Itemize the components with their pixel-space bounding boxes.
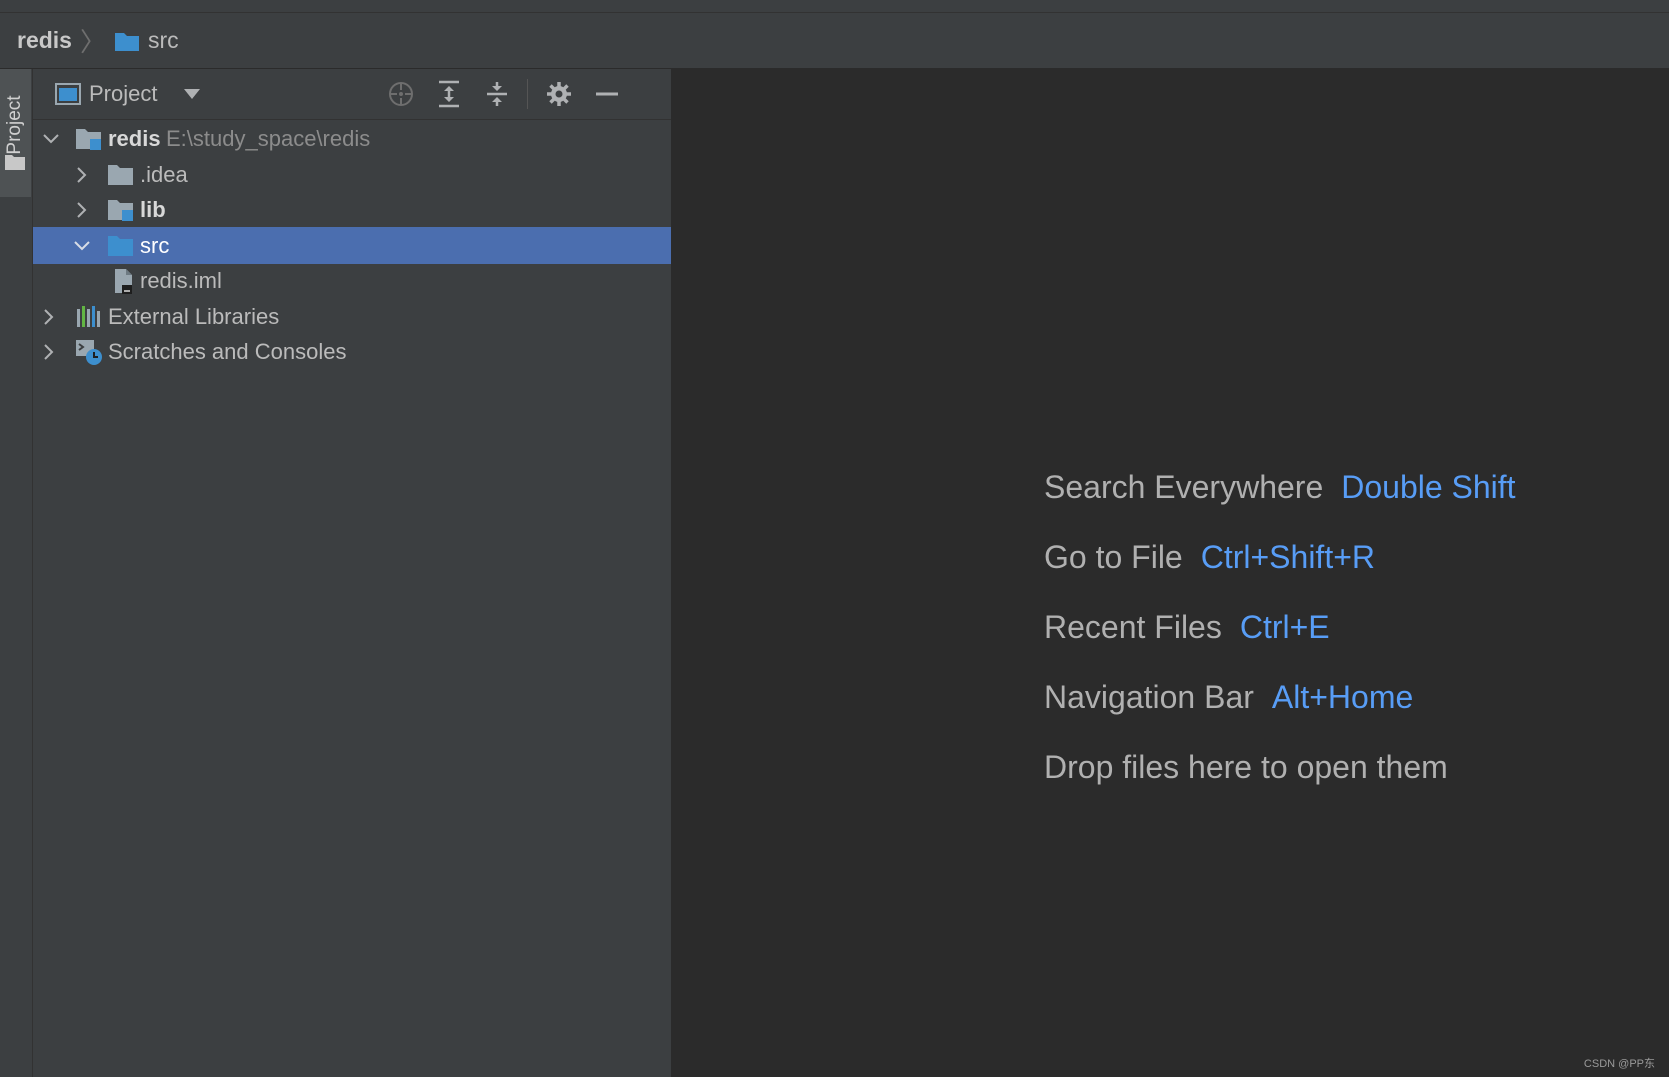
- project-toolbar: Project: [33, 69, 671, 120]
- tree-label: lib: [140, 196, 166, 222]
- minimize-icon[interactable]: [592, 79, 622, 109]
- chevron-down-icon[interactable]: [72, 236, 92, 256]
- expand-all-icon[interactable]: [434, 79, 464, 109]
- breadcrumb-separator: 〉: [79, 27, 106, 57]
- chevron-right-icon[interactable]: [39, 342, 59, 362]
- project-panel: Project redis E:\study_space\redis .idea…: [33, 69, 672, 1077]
- chevron-right-icon[interactable]: [39, 307, 59, 327]
- project-view-icon: [55, 83, 81, 105]
- hint-shortcut: Double Shift: [1341, 469, 1516, 505]
- libraries-icon: [77, 305, 100, 327]
- tree-label: redis: [108, 125, 161, 151]
- tree-row-scratches[interactable]: Scratches and Consoles: [33, 333, 671, 370]
- source-folder-icon: [108, 235, 133, 256]
- folder-icon: [114, 30, 140, 52]
- project-tool-tab[interactable]: Project: [0, 69, 31, 197]
- tree-row-redis-iml[interactable]: redis.iml: [33, 262, 671, 299]
- library-folder-icon: [108, 199, 133, 221]
- hint-label: Go to File: [1044, 539, 1183, 575]
- hint-label: Recent Files: [1044, 609, 1222, 645]
- tree-label: src: [140, 232, 170, 258]
- crosshair-icon[interactable]: [386, 79, 416, 109]
- hint-shortcut: Ctrl+Shift+R: [1200, 539, 1375, 575]
- scratches-icon: [76, 339, 102, 365]
- folder-icon: [108, 164, 133, 185]
- hint-recent-files: Recent Files Ctrl+E: [1044, 609, 1330, 646]
- hint-label: Navigation Bar: [1044, 679, 1254, 715]
- module-folder-icon: [76, 128, 101, 150]
- gear-icon[interactable]: [544, 79, 574, 109]
- hint-drop-files: Drop files here to open them: [1044, 749, 1448, 786]
- hint-label: Search Everywhere: [1044, 469, 1324, 505]
- tree-row-lib[interactable]: lib: [33, 191, 671, 228]
- chevron-down-icon[interactable]: [41, 129, 61, 149]
- iml-file-icon: [115, 268, 132, 294]
- chevron-down-icon[interactable]: [183, 88, 201, 100]
- tree-label: .idea: [140, 161, 188, 187]
- toolbar-divider: [527, 79, 528, 109]
- hint-shortcut: Alt+Home: [1271, 679, 1414, 715]
- tree-row-idea[interactable]: .idea: [33, 156, 671, 193]
- chevron-right-icon[interactable]: [72, 165, 92, 185]
- collapse-all-icon[interactable]: [482, 79, 512, 109]
- left-tool-strip: Project: [0, 69, 33, 1077]
- hint-navigation-bar: Navigation Bar Alt+Home: [1044, 679, 1413, 716]
- tree-row-src[interactable]: src: [33, 227, 671, 264]
- title-strip: [0, 0, 1669, 13]
- breadcrumb-root[interactable]: redis: [17, 27, 72, 54]
- folder-icon: [5, 155, 25, 170]
- hint-label: Drop files here to open them: [1044, 749, 1448, 785]
- hint-shortcut: Ctrl+E: [1239, 609, 1330, 645]
- watermark: CSDN @PP东: [1583, 1058, 1655, 1070]
- project-view-title[interactable]: Project: [89, 81, 157, 107]
- breadcrumb-current[interactable]: src: [148, 27, 179, 54]
- tree-label: External Libraries: [108, 303, 280, 329]
- chevron-right-icon[interactable]: [72, 200, 92, 220]
- tree-path: E:\study_space\redis: [166, 125, 371, 151]
- tree-row-external-libraries[interactable]: External Libraries: [33, 298, 671, 335]
- hint-search-everywhere: Search Everywhere Double Shift: [1044, 469, 1516, 506]
- navigation-bar: redis 〉 src: [0, 13, 1669, 69]
- editor-empty-area[interactable]: Search Everywhere Double Shift Go to File…: [672, 69, 1669, 1077]
- hint-go-to-file: Go to File Ctrl+Shift+R: [1044, 539, 1375, 576]
- tree-row-redis[interactable]: redis E:\study_space\redis: [33, 120, 671, 157]
- tree-label: redis.iml: [140, 267, 222, 293]
- tree-label: Scratches and Consoles: [108, 338, 347, 364]
